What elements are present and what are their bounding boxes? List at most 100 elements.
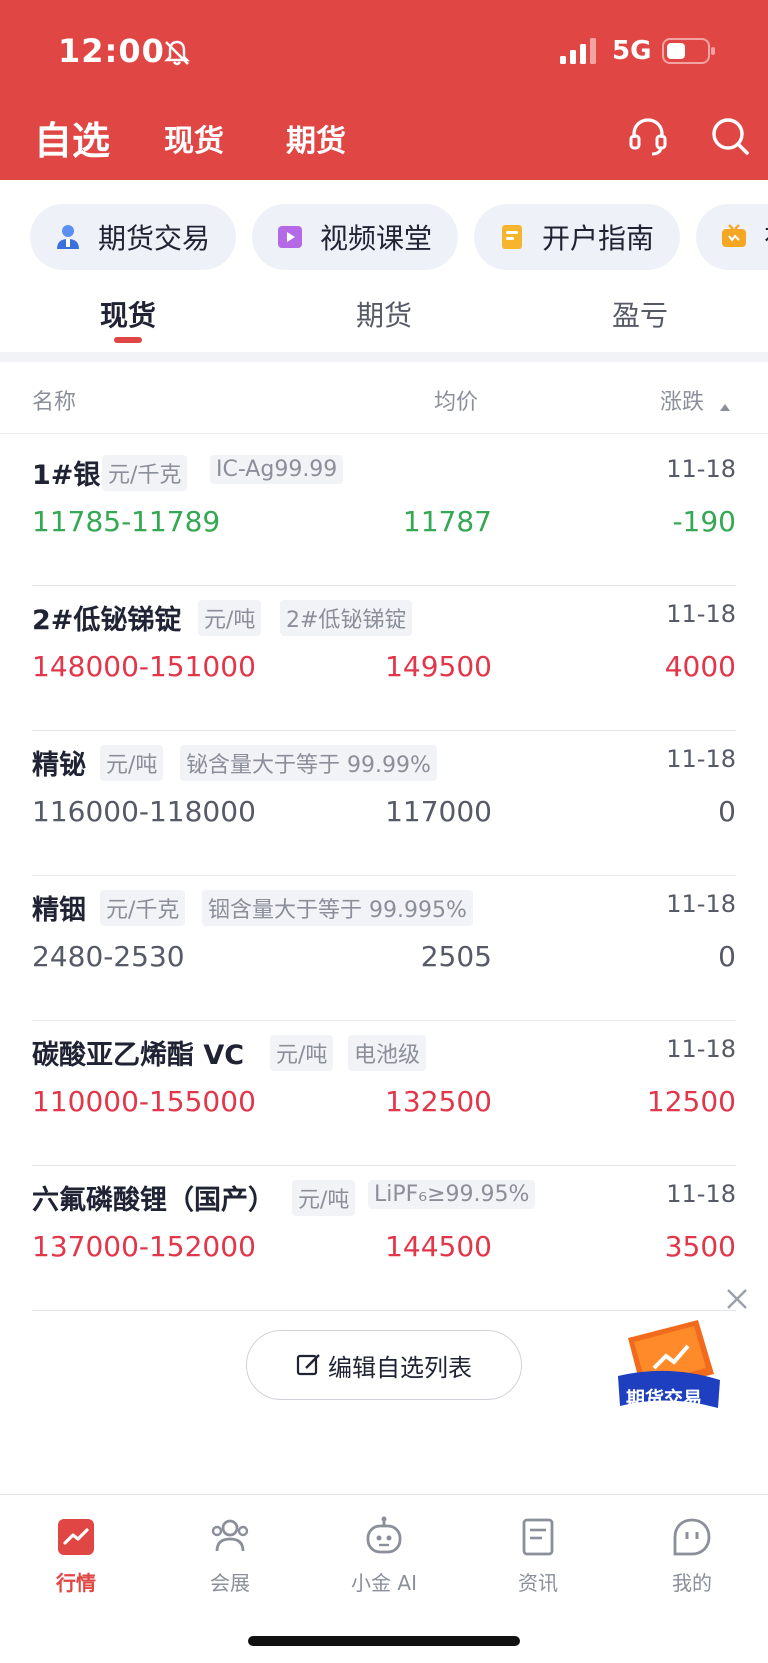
edit-icon: [296, 1354, 320, 1376]
row-change: 12500: [646, 1085, 736, 1118]
row-change: 0: [718, 940, 736, 973]
chip-futures-trading[interactable]: 期货交易: [30, 204, 236, 270]
row-change: -190: [672, 505, 736, 538]
search-icon[interactable]: [708, 114, 752, 158]
row-spec: 铋含量大于等于 99.99%: [180, 745, 437, 781]
row-avg: 11787: [402, 505, 492, 538]
chart-icon: [58, 1519, 94, 1555]
sort-arrow-icon[interactable]: [720, 404, 730, 411]
row-date: 11-18: [666, 890, 736, 918]
tab-label: 我的: [672, 1571, 712, 1595]
guide-icon: [502, 225, 522, 249]
col-name: 名称: [32, 390, 77, 415]
table-row[interactable]: 六氟磷酸锂（国产） 元/吨 LiPF₆≥99.95% 11-18 137000-…: [0, 1166, 768, 1311]
edit-watchlist-label: 编辑自选列表: [328, 1353, 472, 1382]
robot-icon: [366, 1516, 402, 1554]
row-spec: 2#低铋锑锭: [280, 600, 413, 636]
table-row[interactable]: 碳酸亚乙烯酯 VC 元/吨 电池级 11-18 110000-155000 13…: [0, 1021, 768, 1166]
tab-news[interactable]: 资讯: [478, 1515, 598, 1596]
chip-account-guide[interactable]: 开户指南: [474, 204, 680, 270]
table-row[interactable]: 1#银 元/千克 IC-Ag99.99 11-18 11785-11789 11…: [0, 441, 768, 586]
row-change: 0: [718, 795, 736, 828]
bell-muted-icon: [164, 40, 190, 66]
row-range: 148000-151000: [32, 650, 256, 683]
tab-spot[interactable]: 现货: [28, 294, 228, 334]
headset-icon[interactable]: [626, 114, 670, 158]
row-change: 4000: [664, 650, 736, 683]
row-name: 碳酸亚乙烯酯 VC: [32, 1040, 245, 1071]
nav-tab-watchlist[interactable]: 自选: [34, 110, 110, 165]
chip-label: 开户指南: [542, 222, 655, 255]
tab-market[interactable]: 行情: [16, 1515, 136, 1596]
col-change-sort[interactable]: 涨跌: [660, 384, 704, 416]
row-range: 137000-152000: [32, 1230, 256, 1263]
tab-futures[interactable]: 期货: [284, 294, 484, 334]
row-avg: 149500: [385, 650, 492, 683]
tab-exhibition[interactable]: 会展: [170, 1515, 290, 1596]
row-unit: 元/吨: [198, 600, 262, 636]
nav-tab-spot[interactable]: 现货: [164, 116, 224, 160]
row-spec: LiPF₆≥99.95%: [368, 1180, 536, 1209]
row-spec: 电池级: [348, 1035, 427, 1071]
network-type: 5G: [612, 36, 652, 66]
promo-label: 期货交易: [626, 1388, 703, 1410]
row-avg: 2505: [420, 940, 492, 973]
row-range: 2480-2530: [32, 940, 185, 973]
row-range: 116000-118000: [32, 795, 256, 828]
row-unit: 元/吨: [292, 1180, 356, 1216]
row-range: 11785-11789: [32, 505, 221, 538]
tab-profile[interactable]: 我的: [632, 1515, 752, 1596]
people-icon: [211, 1519, 249, 1552]
row-avg: 117000: [385, 795, 492, 828]
table-row[interactable]: 2#低铋锑锭 元/吨 2#低铋锑锭 11-18 148000-151000 14…: [0, 586, 768, 731]
tab-ai[interactable]: 小金 AI: [324, 1515, 444, 1596]
profile-icon: [673, 1518, 711, 1556]
tab-label: 小金 AI: [351, 1571, 417, 1595]
row-name: 精铋: [32, 750, 86, 781]
close-icon[interactable]: [724, 1286, 750, 1312]
chip-label: 视频课堂: [320, 222, 433, 255]
row-unit: 元/千克: [100, 890, 186, 926]
edit-watchlist-button[interactable]: 编辑自选列表: [246, 1330, 522, 1400]
row-change: 3500: [664, 1230, 736, 1263]
row-name: 精铟: [32, 895, 86, 926]
chip-label: 期货交易: [98, 222, 211, 255]
top-nav: 自选 现货 期货: [0, 100, 768, 180]
news-icon: [522, 1518, 554, 1556]
row-spec: 铟含量大于等于 99.995%: [202, 890, 473, 926]
col-avg: 均价: [434, 390, 479, 415]
tab-profit-loss[interactable]: 盈亏: [540, 294, 740, 334]
row-range: 110000-155000: [32, 1085, 256, 1118]
row-date: 11-18: [666, 745, 736, 773]
section-divider: [0, 352, 768, 362]
tab-label: 行情: [56, 1571, 96, 1595]
nav-tab-futures[interactable]: 期货: [286, 116, 346, 160]
row-date: 11-18: [666, 455, 736, 483]
tab-label: 会展: [210, 1571, 250, 1595]
app-header: 12:00 5G 自选 现货 期货: [0, 0, 768, 180]
section-tabs: 现货 期货 盈亏: [0, 280, 768, 352]
row-unit: 元/吨: [100, 745, 164, 781]
row-name: 1#银: [32, 460, 101, 491]
row-unit: 元/千克: [102, 455, 188, 491]
row-avg: 144500: [385, 1230, 492, 1263]
status-time: 12:00: [58, 32, 165, 70]
futures-trading-promo[interactable]: 期货交易: [614, 1316, 724, 1416]
tv-icon: [722, 224, 746, 247]
row-unit: 元/吨: [270, 1035, 334, 1071]
row-name: 2#低铋锑锭: [32, 605, 182, 636]
row-name: 六氟磷酸锂（国产）: [32, 1185, 275, 1216]
row-date: 11-18: [666, 1180, 736, 1208]
row-divider: [32, 1310, 736, 1311]
chip-more[interactable]: 有: [696, 204, 768, 270]
quick-links: 期货交易 视频课堂 开户指南 有: [0, 204, 768, 270]
tab-label: 资讯: [518, 1571, 558, 1595]
active-tab-indicator: [114, 337, 142, 343]
table-row[interactable]: 精铋 元/吨 铋含量大于等于 99.99% 11-18 116000-11800…: [0, 731, 768, 876]
signal-icon: [560, 38, 596, 64]
column-header: 名称 均价 涨跌: [0, 362, 768, 434]
table-row[interactable]: 精铟 元/千克 铟含量大于等于 99.995% 11-18 2480-2530 …: [0, 876, 768, 1021]
chip-video-class[interactable]: 视频课堂: [252, 204, 458, 270]
battery-icon: [662, 38, 715, 64]
status-bar: 12:00 5G: [0, 0, 768, 100]
